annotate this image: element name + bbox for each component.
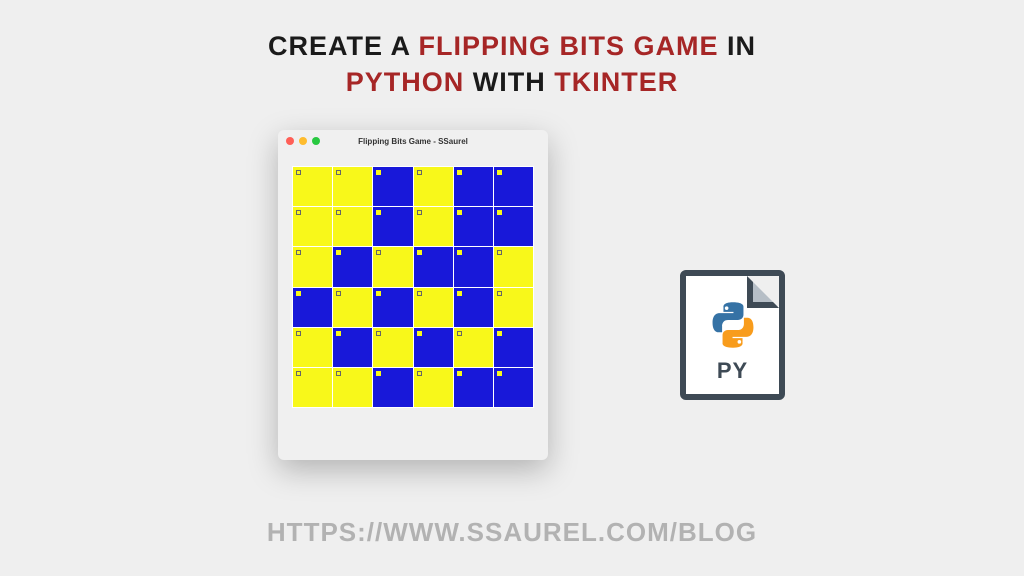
cell-mark-icon (336, 371, 341, 376)
game-grid-container (278, 152, 548, 426)
cell-mark-icon (497, 331, 502, 336)
window-title-bar: Flipping Bits Game - SSaurel (278, 130, 548, 152)
grid-cell[interactable] (414, 368, 453, 407)
grid-cell[interactable] (333, 368, 372, 407)
cell-mark-icon (336, 170, 341, 175)
python-file-icon: PY (680, 270, 785, 400)
cell-mark-icon (417, 291, 422, 296)
cell-mark-icon (336, 291, 341, 296)
grid-cell[interactable] (414, 247, 453, 286)
cell-mark-icon (417, 210, 422, 215)
grid-cell[interactable] (494, 247, 533, 286)
file-body: PY (680, 270, 785, 400)
title-seg-6: TKINTER (554, 67, 678, 97)
cell-mark-icon (457, 250, 462, 255)
title-seg-4: PYTHON (346, 67, 465, 97)
cell-mark-icon (296, 331, 301, 336)
grid-cell[interactable] (333, 247, 372, 286)
cell-mark-icon (296, 371, 301, 376)
cell-mark-icon (376, 210, 381, 215)
grid-cell[interactable] (373, 368, 412, 407)
cell-mark-icon (296, 210, 301, 215)
cell-mark-icon (296, 250, 301, 255)
grid-cell[interactable] (414, 328, 453, 367)
grid-cell[interactable] (293, 328, 332, 367)
grid-cell[interactable] (293, 288, 332, 327)
cell-mark-icon (376, 371, 381, 376)
grid-cell[interactable] (454, 167, 493, 206)
title-seg-2: FLIPPING BITS GAME (418, 31, 718, 61)
grid-cell[interactable] (494, 368, 533, 407)
cell-mark-icon (497, 291, 502, 296)
grid-cell[interactable] (333, 328, 372, 367)
grid-cell[interactable] (454, 328, 493, 367)
grid-cell[interactable] (373, 207, 412, 246)
title-seg-1: CREATE A (268, 31, 419, 61)
grid-cell[interactable] (494, 207, 533, 246)
cell-mark-icon (376, 331, 381, 336)
grid-cell[interactable] (293, 207, 332, 246)
footer-url: HTTPS://WWW.SSAUREL.COM/BLOG (0, 517, 1024, 548)
grid-cell[interactable] (293, 247, 332, 286)
cell-mark-icon (457, 210, 462, 215)
app-window: Flipping Bits Game - SSaurel (278, 130, 548, 460)
grid-cell[interactable] (373, 328, 412, 367)
grid-cell[interactable] (494, 328, 533, 367)
title-seg-3: IN (719, 31, 757, 61)
grid-cell[interactable] (454, 368, 493, 407)
grid-cell[interactable] (293, 368, 332, 407)
grid-cell[interactable] (494, 167, 533, 206)
cell-mark-icon (457, 170, 462, 175)
cell-mark-icon (417, 331, 422, 336)
window-title: Flipping Bits Game - SSaurel (278, 137, 548, 146)
cell-mark-icon (296, 291, 301, 296)
cell-mark-icon (497, 250, 502, 255)
grid-cell[interactable] (414, 167, 453, 206)
cell-mark-icon (336, 210, 341, 215)
cell-mark-icon (417, 170, 422, 175)
cell-mark-icon (457, 291, 462, 296)
grid-cell[interactable] (293, 167, 332, 206)
grid-cell[interactable] (414, 207, 453, 246)
cell-mark-icon (497, 371, 502, 376)
grid-cell[interactable] (494, 288, 533, 327)
cell-mark-icon (497, 210, 502, 215)
cell-mark-icon (376, 250, 381, 255)
grid-cell[interactable] (454, 247, 493, 286)
title-seg-5: WITH (464, 67, 554, 97)
cell-mark-icon (457, 331, 462, 336)
grid-cell[interactable] (454, 207, 493, 246)
grid-cell[interactable] (454, 288, 493, 327)
cell-mark-icon (457, 371, 462, 376)
grid-cell[interactable] (414, 288, 453, 327)
grid-cell[interactable] (333, 167, 372, 206)
grid-cell[interactable] (373, 247, 412, 286)
grid-cell[interactable] (333, 288, 372, 327)
cell-mark-icon (417, 250, 422, 255)
game-grid[interactable] (292, 166, 534, 408)
file-extension-label: PY (686, 358, 779, 384)
cell-mark-icon (417, 371, 422, 376)
cell-mark-icon (376, 170, 381, 175)
cell-mark-icon (336, 331, 341, 336)
cell-mark-icon (497, 170, 502, 175)
grid-cell[interactable] (333, 207, 372, 246)
page-title: CREATE A FLIPPING BITS GAME IN PYTHON WI… (0, 28, 1024, 101)
grid-cell[interactable] (373, 167, 412, 206)
cell-mark-icon (296, 170, 301, 175)
cell-mark-icon (376, 291, 381, 296)
cell-mark-icon (336, 250, 341, 255)
grid-cell[interactable] (373, 288, 412, 327)
